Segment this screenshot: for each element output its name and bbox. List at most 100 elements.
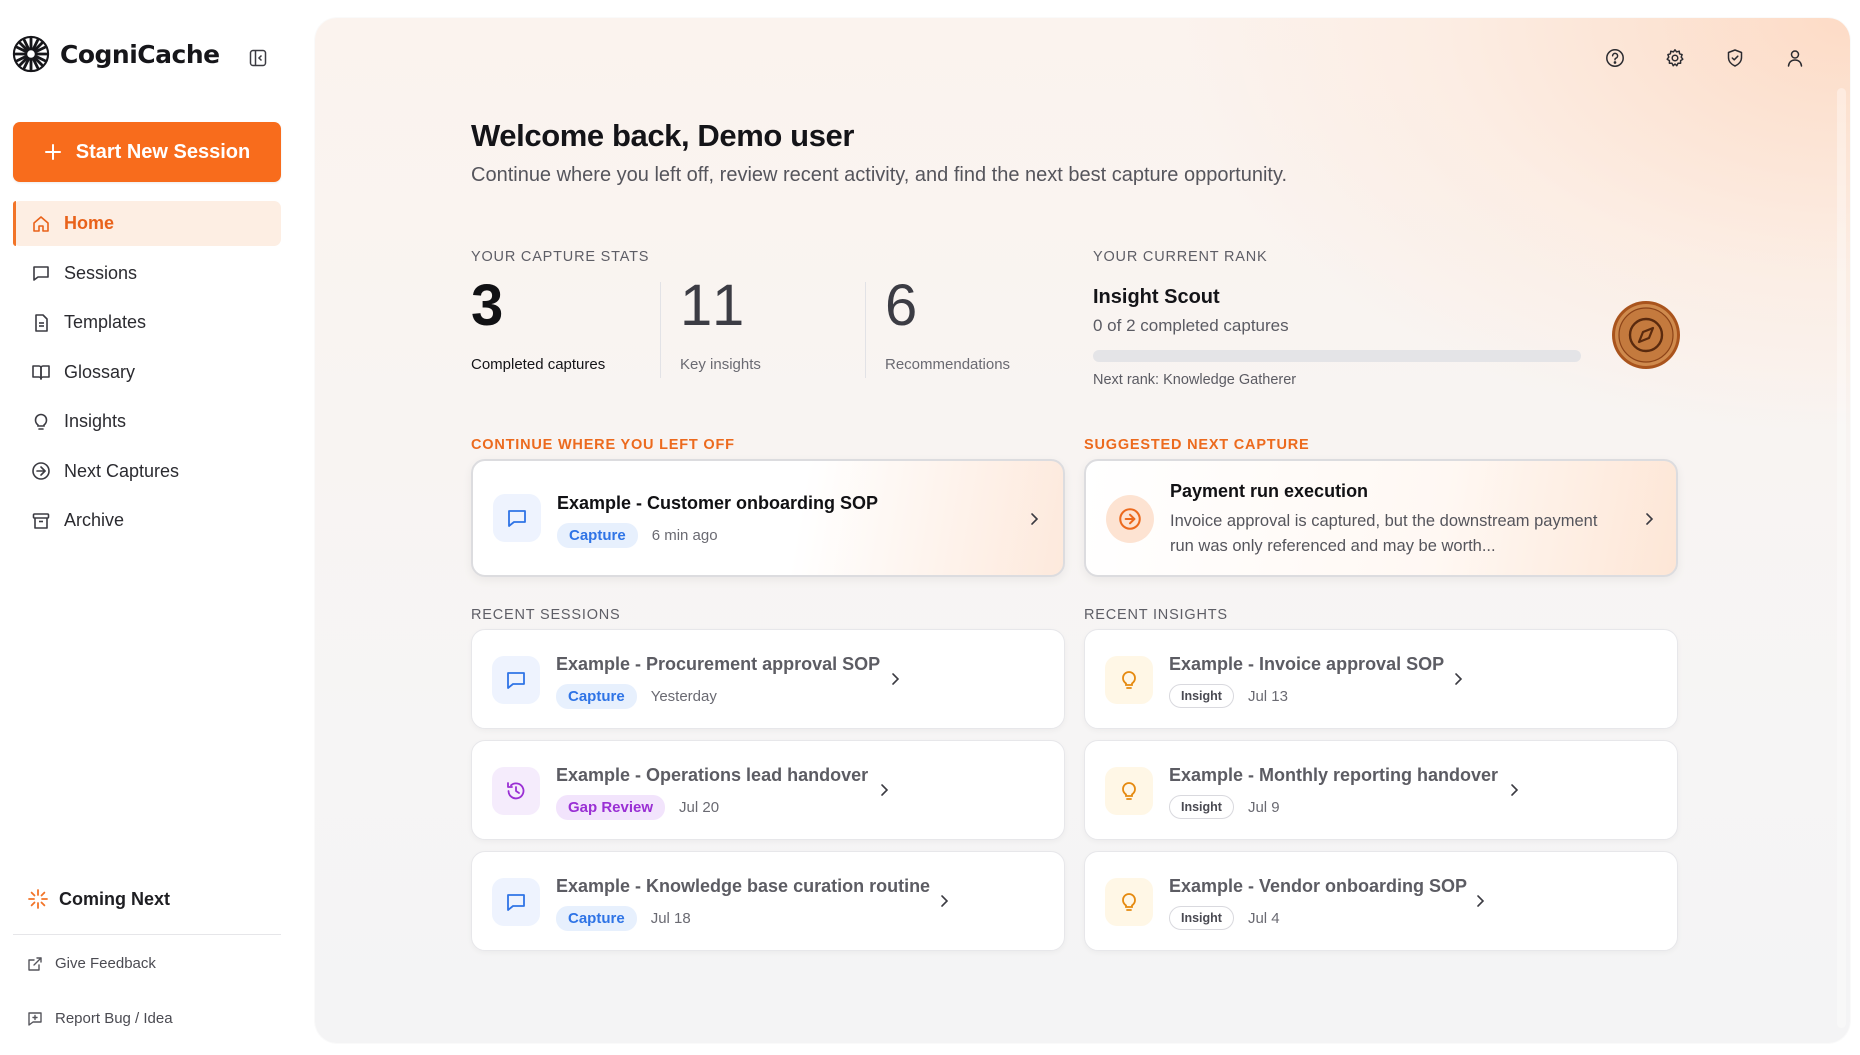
sidebar-item-home[interactable]: Home (13, 201, 281, 246)
sidebar: CogniCache Start New Session Home Sessio… (0, 0, 300, 1055)
chevron-right-icon (1511, 784, 1519, 796)
card-meta: Capture 6 min ago (557, 523, 718, 548)
app-logo[interactable]: CogniCache (12, 34, 220, 74)
app-name: CogniCache (60, 39, 220, 69)
card-title: Example - Procurement approval SOP (556, 654, 881, 674)
session-card[interactable]: Example - Operations lead handover Gap R… (471, 740, 1065, 840)
sidebar-item-archive[interactable]: Archive (13, 498, 281, 543)
rank-title: Insight Scout (1093, 286, 1220, 308)
card-title: Example - Operations lead handover (556, 765, 869, 785)
stat-insights: 11 Key insights (680, 273, 761, 374)
card-meta: Capture Jul 18 (556, 906, 691, 931)
insight-card[interactable]: Example - Monthly reporting handover Ins… (1084, 740, 1678, 840)
help-icon[interactable] (1605, 48, 1625, 68)
main-scrollbar[interactable] (1837, 88, 1846, 1028)
sidebar-divider (13, 934, 281, 935)
sidebar-item-insights[interactable]: Insights (13, 399, 281, 444)
lightbulb-icon (34, 413, 48, 430)
current-rank-label: YOUR CURRENT RANK (1093, 249, 1268, 265)
coming-next-link[interactable]: Coming Next (27, 888, 170, 910)
sidebar-item-label: Home (64, 213, 115, 233)
card-icon (493, 494, 541, 542)
sidebar-item-label: Next Captures (64, 460, 180, 481)
session-card[interactable]: Example - Procurement approval SOP Captu… (471, 629, 1065, 729)
main-panel: Welcome back, Demo user Continue where y… (315, 18, 1850, 1043)
message-square-icon (508, 510, 526, 527)
card-icon (1105, 767, 1153, 815)
card-time: Yesterday (650, 688, 717, 705)
continue-label: CONTINUE WHERE YOU LEFT OFF (471, 437, 735, 453)
message-plus-icon (28, 1011, 42, 1026)
capture-stats-label: YOUR CAPTURE STATS (471, 249, 650, 265)
card-title: Payment run execution (1170, 481, 1369, 501)
report-bug-link[interactable]: Report Bug / Idea (27, 1010, 173, 1027)
session-card[interactable]: Example - Knowledge base curation routin… (471, 851, 1065, 951)
file-text-icon (35, 313, 48, 332)
card-title: Example - Vendor onboarding SOP (1169, 876, 1468, 896)
suggested-label: SUGGESTED NEXT CAPTURE (1084, 437, 1310, 453)
cognicache-logo-icon (12, 35, 50, 73)
card-meta: Insight Jul 13 (1169, 684, 1288, 708)
capture-tag: Capture (556, 684, 637, 709)
sidebar-item-label: Archive (64, 510, 125, 530)
chevron-right-icon (1031, 513, 1039, 525)
suggested-capture-card[interactable]: Payment run execution Invoice approval i… (1084, 459, 1678, 577)
stat-recommendations: 6 Recommendations (885, 274, 1010, 374)
sidebar-item-glossary[interactable]: Glossary (13, 350, 281, 395)
shield-icon[interactable] (1725, 48, 1745, 68)
sidebar-item-sessions[interactable]: Sessions (13, 251, 281, 296)
user-icon[interactable] (1785, 48, 1805, 68)
stat-completed-label: Completed captures (471, 356, 606, 373)
sparkle-icon (28, 889, 48, 909)
start-new-session-button[interactable]: Start New Session (13, 122, 281, 182)
home-icon (33, 215, 49, 232)
card-meta: Insight Jul 9 (1169, 795, 1280, 819)
settings-icon[interactable] (1665, 48, 1685, 68)
compass-badge-icon (1612, 301, 1680, 369)
card-title: Example - Invoice approval SOP (1169, 654, 1445, 674)
sidebar-collapse-icon (249, 49, 267, 67)
sidebar-item-label: Glossary (64, 361, 136, 382)
give-feedback-link[interactable]: Give Feedback (27, 955, 156, 972)
sidebar-nav: Home Sessions Templates Glossary Insight… (13, 201, 281, 548)
card-meta: Insight Jul 4 (1169, 906, 1280, 930)
card-time: Jul 20 (679, 799, 720, 816)
card-icon (492, 878, 540, 926)
chevron-right-icon (941, 895, 949, 907)
card-meta: Gap Review Jul 20 (556, 795, 719, 820)
page-title: Welcome back, Demo user (471, 118, 855, 153)
history-icon (507, 782, 525, 800)
insight-card[interactable]: Example - Vendor onboarding SOP Insight … (1084, 851, 1678, 951)
card-meta: Capture Yesterday (556, 684, 717, 709)
gap-review-tag: Gap Review (556, 795, 666, 820)
stat-insights-label: Key insights (680, 356, 761, 373)
lightbulb-icon (1122, 671, 1136, 689)
header-toolbar (1605, 48, 1805, 68)
sidebar-item-next-captures[interactable]: Next Captures (13, 449, 281, 494)
recent-insights-label: RECENT INSIGHTS (1084, 607, 1228, 623)
card-icon (1105, 656, 1153, 704)
coming-next-label: Coming Next (59, 888, 171, 909)
rank-progress-text: 0 of 2 completed captures (1093, 316, 1289, 335)
card-title: Example - Knowledge base curation routin… (556, 876, 931, 896)
card-time: Jul 9 (1247, 798, 1280, 816)
chevron-right-icon (881, 784, 889, 796)
insight-card[interactable]: Example - Invoice approval SOP Insight J… (1084, 629, 1678, 729)
stat-insights-value: 11 (680, 273, 749, 338)
stat-completed-value: 3 (471, 273, 504, 338)
card-icon (492, 656, 540, 704)
card-time: 6 min ago (651, 527, 718, 544)
sidebar-item-templates[interactable]: Templates (13, 300, 281, 345)
give-feedback-label: Give Feedback (55, 955, 156, 972)
insight-tag: Insight (1169, 795, 1234, 819)
message-square-icon (507, 672, 525, 689)
card-time: Jul 13 (1247, 687, 1288, 705)
continue-session-card[interactable]: Example - Customer onboarding SOP Captur… (471, 459, 1065, 577)
message-square-icon (507, 894, 525, 911)
card-title: Example - Customer onboarding SOP (557, 493, 879, 513)
lightbulb-icon (1122, 782, 1136, 800)
message-square-icon (33, 266, 49, 281)
stat-completed: 3 Completed captures (471, 273, 606, 374)
collapse-sidebar-button[interactable] (247, 47, 269, 69)
card-title: Example - Monthly reporting handover (1169, 765, 1499, 785)
